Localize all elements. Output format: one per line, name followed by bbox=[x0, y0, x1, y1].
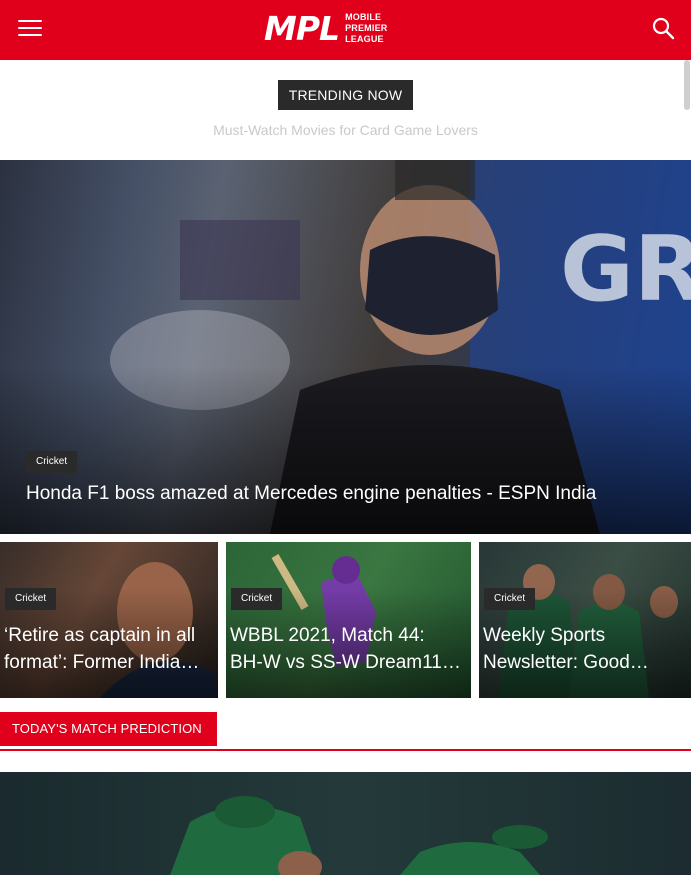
logo-subtext: MOBILE PREMIER LEAGUE bbox=[345, 11, 388, 44]
section-divider bbox=[0, 749, 691, 751]
card-category-tag[interactable]: Cricket bbox=[231, 588, 283, 610]
site-header: MPL MOBILE PREMIER LEAGUE bbox=[0, 0, 691, 60]
article-card[interactable]: Cricket WBBL 2021, Match 44: BH-W vs SS-… bbox=[226, 542, 471, 698]
hero-category-tag[interactable]: Cricket bbox=[26, 451, 78, 473]
scrollbar-thumb[interactable] bbox=[684, 60, 690, 110]
logo-wordmark: MPL bbox=[264, 8, 340, 48]
hero-gradient bbox=[0, 160, 691, 534]
prediction-article-image[interactable] bbox=[0, 772, 691, 875]
trending-now-badge: TRENDING NOW bbox=[278, 80, 413, 110]
card-title[interactable]: Weekly Sports Newsletter: Good News for … bbox=[483, 622, 681, 676]
hamburger-menu-icon[interactable] bbox=[16, 16, 44, 40]
mpl-logo[interactable]: MPL MOBILE PREMIER LEAGUE bbox=[264, 9, 387, 47]
todays-match-prediction-heading[interactable]: TODAY'S MATCH PREDICTION bbox=[0, 712, 217, 746]
card-title[interactable]: ‘Retire as captain in all format’: Forme… bbox=[4, 622, 208, 676]
card-category-tag[interactable]: Cricket bbox=[5, 588, 57, 610]
hero-title[interactable]: Honda F1 boss amazed at Mercedes engine … bbox=[26, 483, 596, 505]
article-card[interactable]: Cricket ‘Retire as captain in all format… bbox=[0, 542, 218, 698]
trending-headline-link[interactable]: Must-Watch Movies for Card Game Lovers bbox=[0, 122, 691, 138]
search-icon[interactable] bbox=[651, 16, 675, 40]
card-category-tag[interactable]: Cricket bbox=[484, 588, 536, 610]
article-card[interactable]: Cricket Weekly Sports Newsletter: Good N… bbox=[479, 542, 691, 698]
hero-article[interactable]: GR Cricket Honda F1 boss amazed at Merce… bbox=[0, 160, 691, 534]
card-title[interactable]: WBBL 2021, Match 44: BH-W vs SS-W Dream1… bbox=[230, 622, 461, 676]
